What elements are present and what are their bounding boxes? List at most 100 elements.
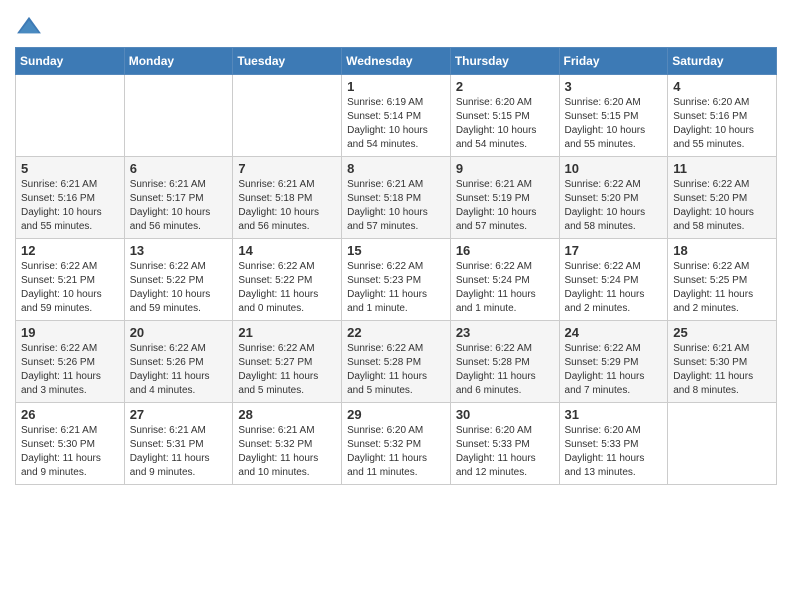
day-number: 13 <box>130 243 228 258</box>
day-info: Sunrise: 6:21 AM Sunset: 5:19 PM Dayligh… <box>456 178 554 234</box>
day-number: 14 <box>238 243 336 258</box>
calendar-cell: 19Sunrise: 6:22 AM Sunset: 5:26 PM Dayli… <box>16 321 125 403</box>
day-info: Sunrise: 6:21 AM Sunset: 5:16 PM Dayligh… <box>21 178 119 234</box>
day-number: 27 <box>130 407 228 422</box>
day-number: 28 <box>238 407 336 422</box>
day-info: Sunrise: 6:22 AM Sunset: 5:25 PM Dayligh… <box>673 260 771 316</box>
day-info: Sunrise: 6:20 AM Sunset: 5:15 PM Dayligh… <box>565 96 663 152</box>
day-info: Sunrise: 6:22 AM Sunset: 5:20 PM Dayligh… <box>565 178 663 234</box>
day-number: 15 <box>347 243 445 258</box>
calendar-header: SundayMondayTuesdayWednesdayThursdayFrid… <box>16 48 777 75</box>
calendar-cell: 24 Sunrise: 6:22 AM Sunset: 5:29 PM Dayli… <box>559 321 668 403</box>
calendar-cell: 14 Sunrise: 6:22 AM Sunset: 5:22 PM Dayli… <box>233 239 342 321</box>
calendar-cell: 9 Sunrise: 6:21 AM Sunset: 5:19 PM Daylig… <box>450 157 559 239</box>
calendar-cell <box>16 75 125 157</box>
day-number: 26 <box>21 407 119 422</box>
calendar-cell: 2 Sunrise: 6:20 AM Sunset: 5:15 PM Daylig… <box>450 75 559 157</box>
calendar-cell: 23Sunrise: 6:22 AM Sunset: 5:28 PM Dayli… <box>450 321 559 403</box>
calendar-cell: 27 Sunrise: 6:21 AM Sunset: 5:31 PM Dayli… <box>124 403 233 485</box>
day-info: Sunrise: 6:21 AM Sunset: 5:32 PM Dayligh… <box>238 424 336 480</box>
day-header-tuesday: Tuesday <box>233 48 342 75</box>
calendar-cell: 28 Sunrise: 6:21 AM Sunset: 5:32 PM Dayli… <box>233 403 342 485</box>
calendar-week-2: 5 Sunrise: 6:21 AM Sunset: 5:16 PM Daylig… <box>16 157 777 239</box>
day-number: 22 <box>347 325 445 340</box>
day-info: Sunrise: 6:21 AM Sunset: 5:18 PM Dayligh… <box>347 178 445 234</box>
calendar-week-1: 1Sunrise: 6:19 AM Sunset: 5:14 PM Daylig… <box>16 75 777 157</box>
day-number: 18 <box>673 243 771 258</box>
day-number: 30 <box>456 407 554 422</box>
day-number: 10 <box>565 161 663 176</box>
day-info: Sunrise: 6:22 AM Sunset: 5:29 PM Dayligh… <box>565 342 663 398</box>
calendar-week-4: 19Sunrise: 6:22 AM Sunset: 5:26 PM Dayli… <box>16 321 777 403</box>
day-info: Sunrise: 6:22 AM Sunset: 5:24 PM Dayligh… <box>565 260 663 316</box>
day-number: 8 <box>347 161 445 176</box>
day-info: Sunrise: 6:22 AM Sunset: 5:24 PM Dayligh… <box>456 260 554 316</box>
day-number: 29 <box>347 407 445 422</box>
calendar-cell: 13 Sunrise: 6:22 AM Sunset: 5:22 PM Dayli… <box>124 239 233 321</box>
day-info: Sunrise: 6:21 AM Sunset: 5:31 PM Dayligh… <box>130 424 228 480</box>
calendar-cell: 4Sunrise: 6:20 AM Sunset: 5:16 PM Daylig… <box>668 75 777 157</box>
day-info: Sunrise: 6:22 AM Sunset: 5:27 PM Dayligh… <box>238 342 336 398</box>
day-header-wednesday: Wednesday <box>342 48 451 75</box>
day-info: Sunrise: 6:20 AM Sunset: 5:16 PM Dayligh… <box>673 96 771 152</box>
day-number: 6 <box>130 161 228 176</box>
day-info: Sunrise: 6:22 AM Sunset: 5:26 PM Dayligh… <box>21 342 119 398</box>
day-number: 3 <box>565 79 663 94</box>
day-info: Sunrise: 6:20 AM Sunset: 5:15 PM Dayligh… <box>456 96 554 152</box>
day-number: 2 <box>456 79 554 94</box>
calendar-cell: 20 Sunrise: 6:22 AM Sunset: 5:26 PM Dayli… <box>124 321 233 403</box>
calendar-cell: 15 Sunrise: 6:22 AM Sunset: 5:23 PM Dayli… <box>342 239 451 321</box>
calendar-cell: 22 Sunrise: 6:22 AM Sunset: 5:28 PM Dayli… <box>342 321 451 403</box>
calendar-cell: 6Sunrise: 6:21 AM Sunset: 5:17 PM Daylig… <box>124 157 233 239</box>
day-info: Sunrise: 6:22 AM Sunset: 5:22 PM Dayligh… <box>238 260 336 316</box>
day-header-monday: Monday <box>124 48 233 75</box>
calendar-cell <box>124 75 233 157</box>
day-header-saturday: Saturday <box>668 48 777 75</box>
logo-icon <box>15 15 43 37</box>
calendar-cell: 18 Sunrise: 6:22 AM Sunset: 5:25 PM Dayli… <box>668 239 777 321</box>
day-number: 21 <box>238 325 336 340</box>
calendar-cell: 16 Sunrise: 6:22 AM Sunset: 5:24 PM Dayli… <box>450 239 559 321</box>
header-row: SundayMondayTuesdayWednesdayThursdayFrid… <box>16 48 777 75</box>
calendar-cell: 11 Sunrise: 6:22 AM Sunset: 5:20 PM Dayli… <box>668 157 777 239</box>
day-info: Sunrise: 6:22 AM Sunset: 5:21 PM Dayligh… <box>21 260 119 316</box>
day-info: Sunrise: 6:22 AM Sunset: 5:22 PM Dayligh… <box>130 260 228 316</box>
day-info: Sunrise: 6:22 AM Sunset: 5:23 PM Dayligh… <box>347 260 445 316</box>
day-info: Sunrise: 6:21 AM Sunset: 5:30 PM Dayligh… <box>21 424 119 480</box>
day-number: 31 <box>565 407 663 422</box>
day-header-friday: Friday <box>559 48 668 75</box>
day-info: Sunrise: 6:20 AM Sunset: 5:33 PM Dayligh… <box>456 424 554 480</box>
calendar-cell <box>233 75 342 157</box>
day-info: Sunrise: 6:21 AM Sunset: 5:18 PM Dayligh… <box>238 178 336 234</box>
day-number: 11 <box>673 161 771 176</box>
day-info: Sunrise: 6:22 AM Sunset: 5:20 PM Dayligh… <box>673 178 771 234</box>
calendar-table: SundayMondayTuesdayWednesdayThursdayFrid… <box>15 47 777 485</box>
day-number: 17 <box>565 243 663 258</box>
calendar-cell: 10 Sunrise: 6:22 AM Sunset: 5:20 PM Dayli… <box>559 157 668 239</box>
calendar-cell: 26 Sunrise: 6:21 AM Sunset: 5:30 PM Dayli… <box>16 403 125 485</box>
day-info: Sunrise: 6:21 AM Sunset: 5:30 PM Dayligh… <box>673 342 771 398</box>
calendar-cell: 5 Sunrise: 6:21 AM Sunset: 5:16 PM Daylig… <box>16 157 125 239</box>
calendar-cell: 31Sunrise: 6:20 AM Sunset: 5:33 PM Dayli… <box>559 403 668 485</box>
day-number: 5 <box>21 161 119 176</box>
calendar-cell <box>668 403 777 485</box>
day-number: 24 <box>565 325 663 340</box>
day-info: Sunrise: 6:22 AM Sunset: 5:28 PM Dayligh… <box>347 342 445 398</box>
calendar-cell: 12Sunrise: 6:22 AM Sunset: 5:21 PM Dayli… <box>16 239 125 321</box>
calendar-cell: 21 Sunrise: 6:22 AM Sunset: 5:27 PM Dayli… <box>233 321 342 403</box>
day-number: 9 <box>456 161 554 176</box>
day-info: Sunrise: 6:22 AM Sunset: 5:26 PM Dayligh… <box>130 342 228 398</box>
calendar-cell: 29Sunrise: 6:20 AM Sunset: 5:32 PM Dayli… <box>342 403 451 485</box>
day-info: Sunrise: 6:22 AM Sunset: 5:28 PM Dayligh… <box>456 342 554 398</box>
calendar-cell: 8 Sunrise: 6:21 AM Sunset: 5:18 PM Daylig… <box>342 157 451 239</box>
calendar-week-3: 12Sunrise: 6:22 AM Sunset: 5:21 PM Dayli… <box>16 239 777 321</box>
calendar-cell: 1Sunrise: 6:19 AM Sunset: 5:14 PM Daylig… <box>342 75 451 157</box>
day-number: 20 <box>130 325 228 340</box>
calendar-body: 1Sunrise: 6:19 AM Sunset: 5:14 PM Daylig… <box>16 75 777 485</box>
logo <box>15 15 47 37</box>
day-number: 16 <box>456 243 554 258</box>
calendar-cell: 25Sunrise: 6:21 AM Sunset: 5:30 PM Dayli… <box>668 321 777 403</box>
calendar-cell: 17 Sunrise: 6:22 AM Sunset: 5:24 PM Dayli… <box>559 239 668 321</box>
calendar-week-5: 26 Sunrise: 6:21 AM Sunset: 5:30 PM Dayli… <box>16 403 777 485</box>
day-number: 1 <box>347 79 445 94</box>
